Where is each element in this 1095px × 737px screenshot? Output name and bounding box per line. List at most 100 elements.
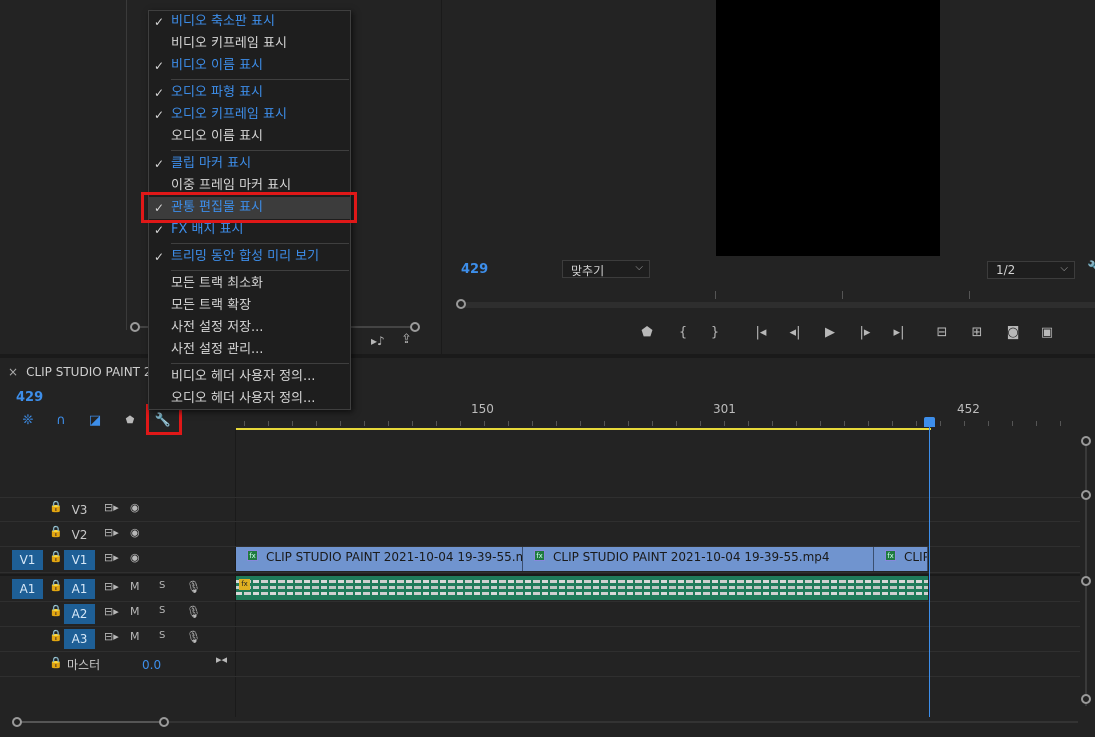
- go-to-out-icon[interactable]: ▸|: [888, 322, 910, 344]
- linked-selection-icon[interactable]: ◪: [83, 410, 107, 432]
- scroll-handle[interactable]: [1081, 436, 1091, 446]
- eye-icon[interactable]: ◉: [130, 526, 140, 539]
- mark-in-icon[interactable]: {: [672, 322, 694, 344]
- scroll-handle[interactable]: [1081, 490, 1091, 500]
- export-icon[interactable]: ⇪: [401, 332, 412, 347]
- program-settings-wrench-icon[interactable]: 🔧: [1087, 261, 1095, 276]
- menu-item-show-audio-keyframes[interactable]: ✓ 오디오 키프레임 표시: [149, 104, 350, 126]
- scroll-end-handle[interactable]: [410, 322, 420, 332]
- track-header-a3: 🔒 A3 ⊟▸ M S 🎙: [0, 627, 236, 651]
- lock-icon[interactable]: 🔒: [49, 656, 63, 669]
- close-icon[interactable]: ×: [8, 365, 18, 379]
- menu-item-show-video-thumbnails[interactable]: ✓ 비디오 축소판 표시: [149, 11, 350, 33]
- playback-resolution-select[interactable]: 1/2 ⌵: [987, 261, 1075, 279]
- master-track-label: 마스터: [67, 658, 101, 672]
- lift-icon[interactable]: ⊟: [931, 322, 953, 344]
- audio-clip[interactable]: fx: [236, 576, 928, 600]
- track-name-a1[interactable]: A1: [64, 579, 95, 599]
- solo-button[interactable]: S: [159, 605, 165, 616]
- eye-icon[interactable]: ◉: [130, 551, 140, 564]
- step-forward-icon[interactable]: |▸: [854, 322, 876, 344]
- lock-icon[interactable]: 🔒: [49, 525, 63, 538]
- source-patch-v1[interactable]: V1: [12, 550, 43, 570]
- step-back-icon[interactable]: ◂|: [784, 322, 806, 344]
- sync-lock-icon[interactable]: ⊟▸: [104, 605, 119, 618]
- playhead-handle[interactable]: [924, 417, 935, 427]
- menu-item-show-video-names[interactable]: ✓ 비디오 이름 표시: [149, 55, 350, 77]
- menu-item-save-preset[interactable]: 사전 설정 저장...: [149, 317, 350, 339]
- menu-item-show-audio-waveform[interactable]: ✓ 오디오 파형 표시: [149, 82, 350, 104]
- solo-button[interactable]: S: [159, 630, 165, 641]
- nest-sequence-icon[interactable]: ❊: [16, 410, 40, 432]
- go-to-end-icon[interactable]: ▸◂: [216, 653, 227, 666]
- scrub-handle[interactable]: [456, 299, 466, 309]
- track-header-v3: 🔒 V3 ⊟▸ ◉: [0, 498, 236, 522]
- scroll-start-handle[interactable]: [130, 322, 140, 332]
- lock-icon[interactable]: 🔒: [49, 604, 63, 617]
- video-clip[interactable]: fx CLIP STUDIO PAINT 2021-10-04 19-39-55…: [236, 547, 523, 571]
- track-header-v1: V1 🔒 V1 ⊟▸ ◉: [0, 548, 236, 572]
- snap-magnet-icon[interactable]: ∩: [49, 410, 73, 432]
- track-name-a2[interactable]: A2: [64, 604, 95, 624]
- mute-button[interactable]: M: [130, 605, 140, 618]
- premiere-window: ▸♪ ⇪ 429 맞추기 ⌵ 1/2 ⌵ 🔧 ⬟ { } |◂ ◂| ▶ |▸ …: [0, 0, 1095, 737]
- menu-item-customize-audio-header[interactable]: 오디오 헤더 사용자 정의...: [149, 388, 350, 410]
- lock-icon[interactable]: 🔒: [49, 500, 63, 513]
- program-timecode[interactable]: 429: [461, 262, 488, 277]
- menu-item-show-video-keyframes[interactable]: 비디오 키프레임 표시: [149, 33, 350, 55]
- track-name-a3[interactable]: A3: [64, 629, 95, 649]
- track-name-v2[interactable]: V2: [64, 525, 95, 545]
- video-clip[interactable]: fx CLIP STUDIO PAINT 2021-10-04 19-39-55…: [523, 547, 874, 571]
- menu-item-manage-presets[interactable]: 사전 설정 관리...: [149, 339, 350, 361]
- menu-item-customize-video-header[interactable]: 비디오 헤더 사용자 정의...: [149, 366, 350, 388]
- microphone-icon[interactable]: 🎙: [186, 605, 201, 619]
- add-marker-icon[interactable]: ⬟: [636, 322, 658, 344]
- check-icon: ✓: [154, 59, 165, 73]
- scroll-start-handle[interactable]: [12, 717, 22, 727]
- timeline-tab[interactable]: × CLIP STUDIO PAINT 2: [8, 365, 151, 379]
- video-clip[interactable]: fx CLIP: [874, 547, 928, 571]
- microphone-icon[interactable]: 🎙: [186, 580, 201, 594]
- timeline-ruler[interactable]: 150 301 452: [236, 396, 1095, 430]
- timeline-timecode[interactable]: 429: [16, 390, 43, 405]
- timeline-horizontal-scrollbar[interactable]: [12, 717, 1087, 729]
- master-volume-value[interactable]: 0.0: [142, 658, 161, 672]
- scroll-end-handle[interactable]: [159, 717, 169, 727]
- add-marker-icon[interactable]: ⬟: [118, 410, 142, 432]
- go-to-in-icon[interactable]: |◂: [750, 322, 772, 344]
- menu-item-minimize-all-tracks[interactable]: 모든 트랙 최소화: [149, 273, 350, 295]
- scroll-handle[interactable]: [1081, 576, 1091, 586]
- mark-out-icon[interactable]: }: [704, 322, 726, 344]
- solo-button[interactable]: S: [159, 580, 165, 591]
- menu-item-show-clip-markers[interactable]: ✓ 클립 마커 표시: [149, 153, 350, 175]
- scroll-handle[interactable]: [1081, 694, 1091, 704]
- compare-icon[interactable]: ▣: [1036, 322, 1058, 344]
- sync-lock-icon[interactable]: ⊟▸: [104, 526, 119, 539]
- menu-item-expand-all-tracks[interactable]: 모든 트랙 확장: [149, 295, 350, 317]
- sync-lock-icon[interactable]: ⊟▸: [104, 551, 119, 564]
- zoom-fit-select[interactable]: 맞추기 ⌵: [562, 260, 650, 278]
- work-area-bar[interactable]: [236, 428, 931, 430]
- camera-icon[interactable]: ◙: [1002, 322, 1024, 344]
- menu-item-composite-preview-trimming[interactable]: ✓ 트리밍 동안 합성 미리 보기: [149, 246, 350, 268]
- microphone-icon[interactable]: 🎙: [186, 630, 201, 644]
- clip-name: CLIP STUDIO PAINT 2021-10-04 19-39-55.mp…: [553, 550, 830, 564]
- mute-button[interactable]: M: [130, 580, 140, 593]
- sync-lock-icon[interactable]: ⊟▸: [104, 580, 119, 593]
- lock-icon[interactable]: 🔒: [49, 629, 63, 642]
- track-name-v3[interactable]: V3: [64, 500, 95, 520]
- sync-lock-icon[interactable]: ⊟▸: [104, 501, 119, 514]
- source-patch-a1[interactable]: A1: [12, 579, 43, 599]
- track-name-v1[interactable]: V1: [64, 550, 95, 570]
- sync-lock-icon[interactable]: ⊟▸: [104, 630, 119, 643]
- mute-button[interactable]: M: [130, 630, 140, 643]
- program-scrub-bar[interactable]: [456, 288, 1095, 310]
- lock-icon[interactable]: 🔒: [49, 579, 63, 592]
- eye-icon[interactable]: ◉: [130, 501, 140, 514]
- lock-icon[interactable]: 🔒: [49, 550, 63, 563]
- play-icon[interactable]: ▶: [819, 322, 841, 344]
- menu-item-show-audio-names[interactable]: 오디오 이름 표시: [149, 126, 350, 148]
- extract-icon[interactable]: ⊞: [966, 322, 988, 344]
- timeline-vertical-scrollbar[interactable]: [1080, 436, 1092, 706]
- audio-icon[interactable]: ▸♪: [371, 334, 385, 348]
